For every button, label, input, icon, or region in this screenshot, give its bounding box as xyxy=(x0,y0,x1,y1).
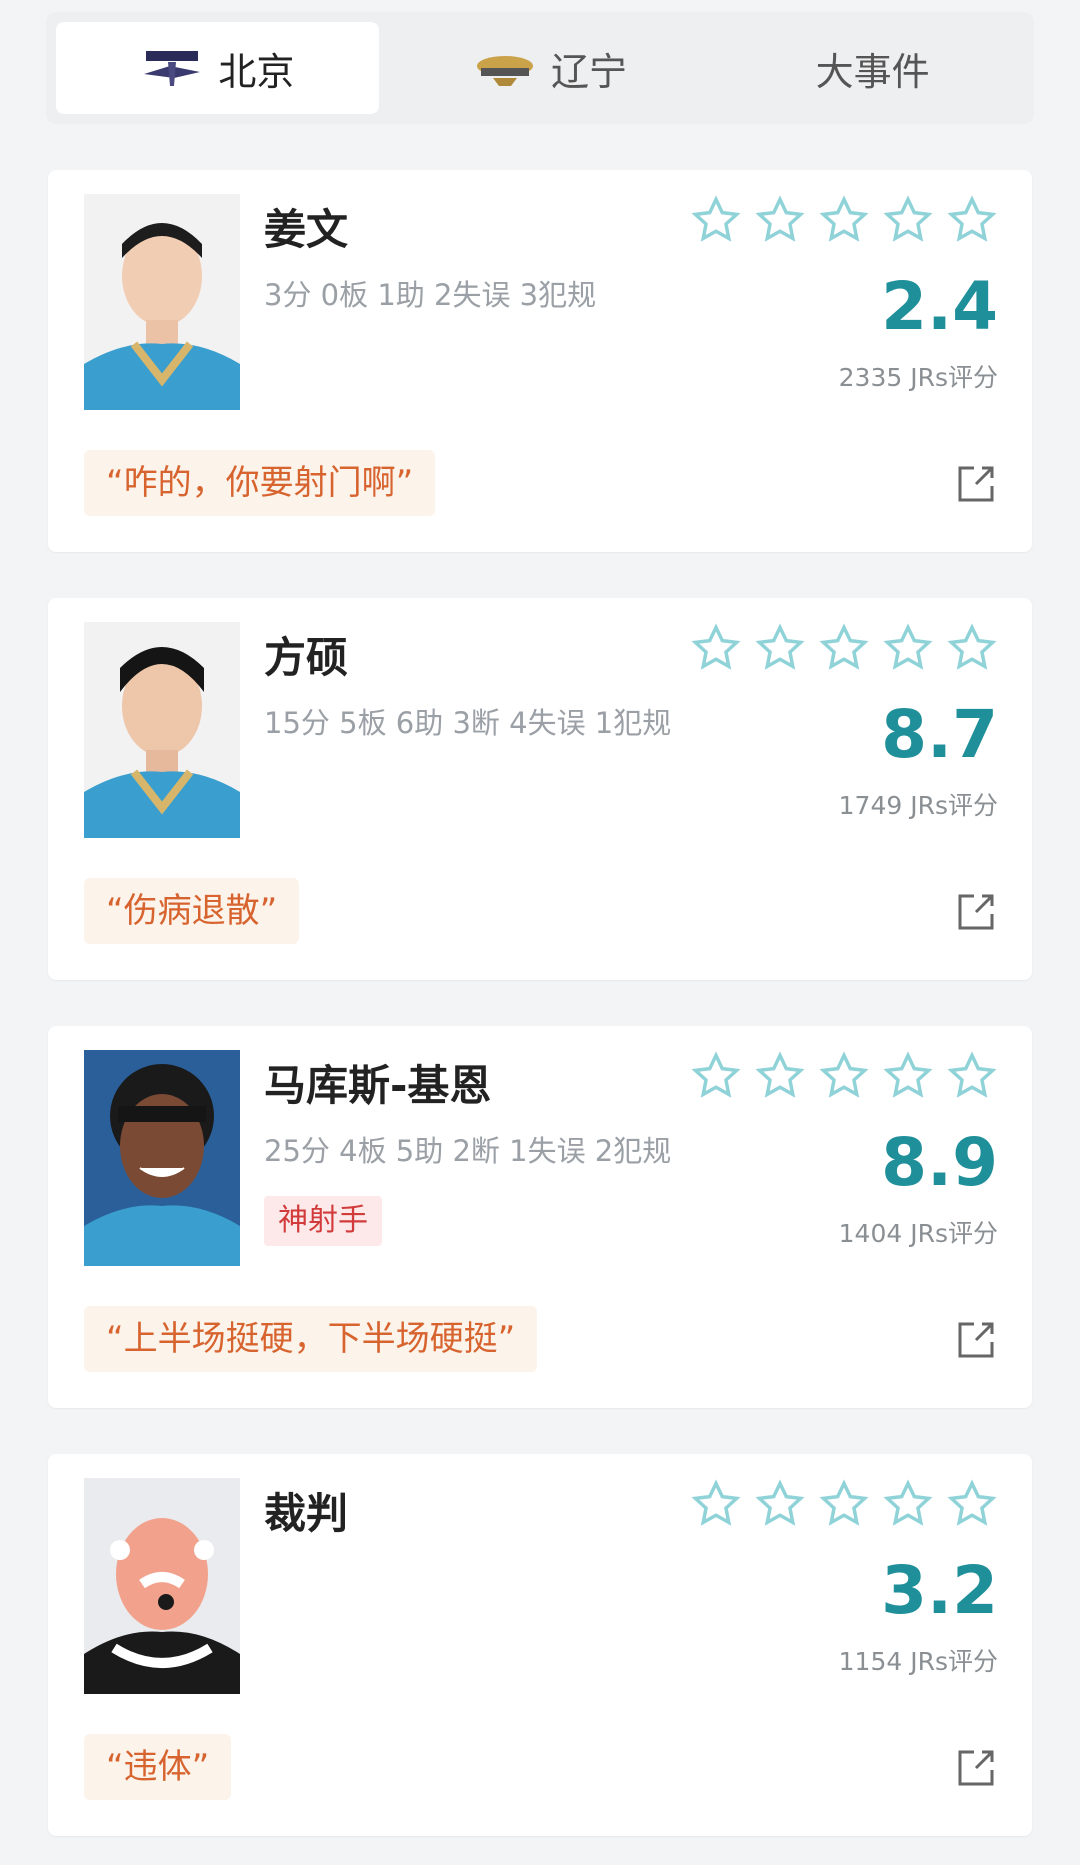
star-icon[interactable] xyxy=(946,194,998,246)
player-score: 2.4 xyxy=(881,268,998,345)
liaoning-leopards-logo-icon xyxy=(477,56,533,86)
star-icon[interactable] xyxy=(754,1478,806,1530)
tab-label: 北京 xyxy=(218,49,295,94)
share-icon[interactable] xyxy=(954,1318,998,1362)
star-icon[interactable] xyxy=(818,622,870,674)
player-name: 方硕 xyxy=(264,633,349,682)
player-card[interactable]: 方硕 15分 5板 6助 3断 4失误 1犯规 8.7 1749 JRs评分 “… xyxy=(48,598,1032,980)
referee-card[interactable]: 裁判 3.2 1154 JRs评分 “违体” xyxy=(48,1454,1032,1836)
player-stats: 15分 5板 6助 3断 4失误 1犯规 xyxy=(264,706,672,740)
player-card[interactable]: 姜文 3分 0板 1助 2失误 3犯规 2.4 2335 JRs评分 “咋的，你… xyxy=(48,170,1032,552)
player-name: 姜文 xyxy=(264,205,349,254)
referee-avatar xyxy=(84,1478,240,1694)
share-icon[interactable] xyxy=(954,1746,998,1790)
tab-major-events[interactable]: 大事件 xyxy=(711,12,1034,124)
rating-count: 1404 JRs评分 xyxy=(838,1219,998,1248)
star-icon[interactable] xyxy=(946,1478,998,1530)
star-icon[interactable] xyxy=(882,1050,934,1102)
star-icon[interactable] xyxy=(754,622,806,674)
rating-count: 1154 JRs评分 xyxy=(838,1647,998,1676)
top-comment[interactable]: “伤病退散” xyxy=(84,878,300,944)
star-icon[interactable] xyxy=(882,622,934,674)
star-icon[interactable] xyxy=(882,194,934,246)
tab-beijing[interactable]: 北京 xyxy=(56,22,379,114)
player-score: 8.7 xyxy=(881,696,998,773)
player-avatar xyxy=(84,194,240,410)
tab-label: 大事件 xyxy=(815,49,930,94)
rating-count: 1749 JRs评分 xyxy=(838,791,998,820)
star-icon[interactable] xyxy=(754,194,806,246)
referee-cartoon-icon xyxy=(84,1478,240,1694)
tab-liaoning[interactable]: 辽宁 xyxy=(389,12,712,124)
player-score: 8.9 xyxy=(881,1124,998,1201)
star-icon[interactable] xyxy=(754,1050,806,1102)
star-icon[interactable] xyxy=(690,622,742,674)
rating-stars[interactable] xyxy=(690,1478,998,1530)
player-photo-icon xyxy=(84,1050,240,1266)
player-stats: 25分 4板 5助 2断 1失误 2犯规 xyxy=(264,1134,672,1168)
player-photo-icon xyxy=(84,622,240,838)
player-card[interactable]: 马库斯-基恩 25分 4板 5助 2断 1失误 2犯规 神射手 8.9 1404… xyxy=(48,1026,1032,1408)
beijing-ducks-logo-icon xyxy=(144,51,201,86)
star-icon[interactable] xyxy=(818,194,870,246)
team-tab-bar: 北京 辽宁 大事件 xyxy=(46,12,1034,124)
top-comment[interactable]: “上半场挺硬，下半场硬挺” xyxy=(84,1306,538,1372)
share-icon[interactable] xyxy=(954,462,998,506)
player-avatar xyxy=(84,1050,240,1266)
rating-stars[interactable] xyxy=(690,194,998,246)
top-comment[interactable]: “违体” xyxy=(84,1734,232,1800)
star-icon[interactable] xyxy=(690,1478,742,1530)
tab-label: 辽宁 xyxy=(551,49,628,94)
referee-name: 裁判 xyxy=(264,1489,349,1538)
rating-count: 2335 JRs评分 xyxy=(838,363,998,392)
share-icon[interactable] xyxy=(954,890,998,934)
rating-stars[interactable] xyxy=(690,622,998,674)
star-icon[interactable] xyxy=(690,194,742,246)
player-photo-icon xyxy=(84,194,240,410)
star-icon[interactable] xyxy=(882,1478,934,1530)
star-icon[interactable] xyxy=(946,622,998,674)
player-badge: 神射手 xyxy=(264,1196,382,1246)
star-icon[interactable] xyxy=(946,1050,998,1102)
star-icon[interactable] xyxy=(690,1050,742,1102)
star-icon[interactable] xyxy=(818,1478,870,1530)
player-name: 马库斯-基恩 xyxy=(264,1061,492,1110)
star-icon[interactable] xyxy=(818,1050,870,1102)
player-avatar xyxy=(84,622,240,838)
rating-stars[interactable] xyxy=(690,1050,998,1102)
top-comment[interactable]: “咋的，你要射门啊” xyxy=(84,450,436,516)
referee-score: 3.2 xyxy=(881,1552,998,1629)
player-stats: 3分 0板 1助 2失误 3犯规 xyxy=(264,278,597,312)
